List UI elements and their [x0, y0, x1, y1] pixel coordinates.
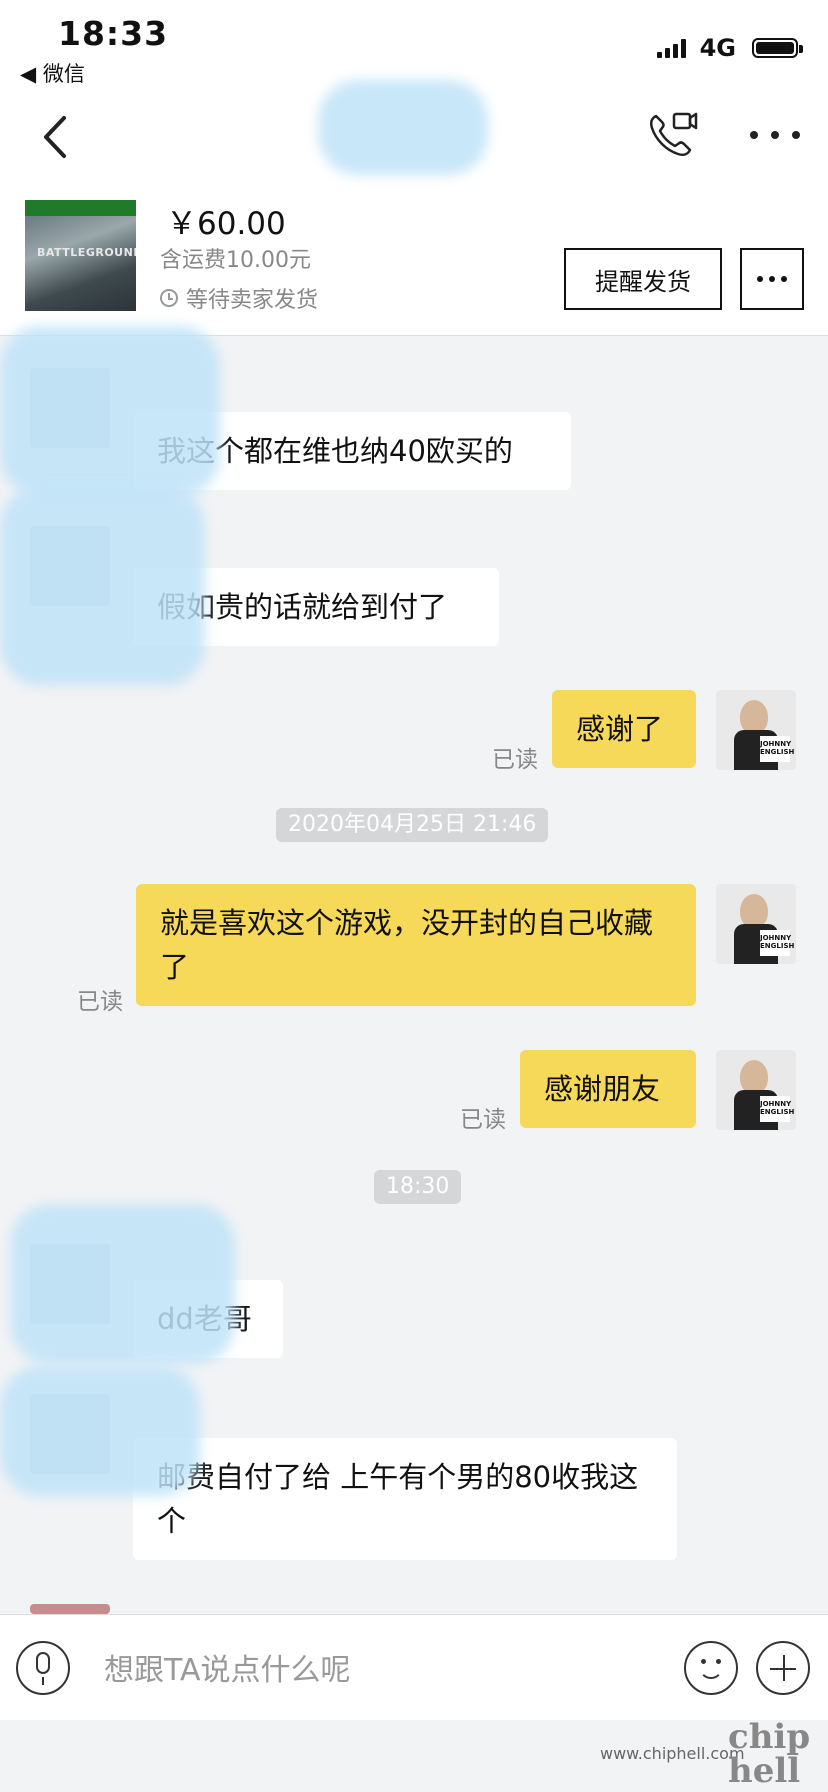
status-time: 18:33: [58, 14, 169, 53]
chat-timestamp: 2020年04月25日 21:46: [276, 808, 549, 842]
contact-avatar[interactable]: [30, 1604, 110, 1614]
chat-timestamp: 18:30: [374, 1170, 462, 1204]
back-to-app-link[interactable]: ◀ 微信: [20, 58, 85, 88]
message-bubble-received[interactable]: 邮费自付了给 上午有个男的80收我这个: [133, 1438, 677, 1560]
status-indicators: 4G: [656, 34, 803, 62]
redaction-blur: [318, 80, 488, 175]
redaction-blur: [10, 1204, 235, 1364]
status-bar: 18:33 ◀ 微信 4G: [0, 0, 828, 92]
signal-icon: [656, 38, 686, 58]
plus-icon[interactable]: [756, 1641, 810, 1695]
shipping-fee: 含运费10.00元: [160, 248, 311, 273]
composer-bar: 想跟TA说点什么呢: [0, 1614, 828, 1721]
product-thumbnail[interactable]: BATTLEGROUNDS: [25, 200, 136, 311]
message-bubble-sent[interactable]: 就是喜欢这个游戏，没开封的自己收藏了: [136, 884, 696, 1006]
self-avatar[interactable]: JOHNNY ENGLISH: [716, 884, 796, 964]
redaction-blur: [0, 1366, 200, 1496]
product-price: ￥60.00: [166, 206, 286, 242]
message-bubble-sent[interactable]: 感谢了: [552, 690, 696, 768]
chat-header: [0, 80, 828, 192]
redaction-blur: [0, 326, 220, 496]
message-bubble-sent[interactable]: 感谢朋友: [520, 1050, 696, 1128]
order-card[interactable]: BATTLEGROUNDS ￥60.00 含运费10.00元 等待卖家发货 提醒…: [0, 192, 828, 336]
emoji-icon[interactable]: [684, 1641, 738, 1695]
read-receipt: 已读: [460, 1107, 506, 1133]
watermark-url: www.chiphell.com: [600, 1744, 745, 1763]
more-options-icon[interactable]: [750, 128, 800, 142]
back-arrow-icon[interactable]: [36, 112, 76, 162]
read-receipt: 已读: [492, 747, 538, 773]
self-avatar[interactable]: JOHNNY ENGLISH: [716, 1050, 796, 1130]
remind-shipping-button[interactable]: 提醒发货: [564, 248, 722, 310]
call-icon[interactable]: [646, 108, 698, 160]
watermark-logo: chip hell: [728, 1717, 811, 1791]
read-receipt: 已读: [77, 989, 123, 1015]
message-list[interactable]: 我这个都在维也纳40欧买的 假如贵的话就给到付了 JOHNNY ENGLISH …: [0, 326, 828, 1614]
microphone-icon[interactable]: [16, 1641, 70, 1695]
network-type: 4G: [699, 34, 736, 62]
order-more-button[interactable]: [740, 248, 804, 310]
order-status: 等待卖家发货: [160, 282, 318, 314]
self-avatar[interactable]: JOHNNY ENGLISH: [716, 690, 796, 770]
redaction-blur: [0, 486, 205, 686]
message-input[interactable]: 想跟TA说点什么呢: [104, 1645, 351, 1689]
product-thumb-text: BATTLEGROUNDS: [37, 246, 136, 259]
clock-icon: [160, 289, 178, 307]
order-status-text: 等待卖家发货: [186, 288, 319, 313]
bottom-area: www.chiphell.com chip hell: [0, 1720, 828, 1792]
battery-icon: [752, 38, 803, 58]
